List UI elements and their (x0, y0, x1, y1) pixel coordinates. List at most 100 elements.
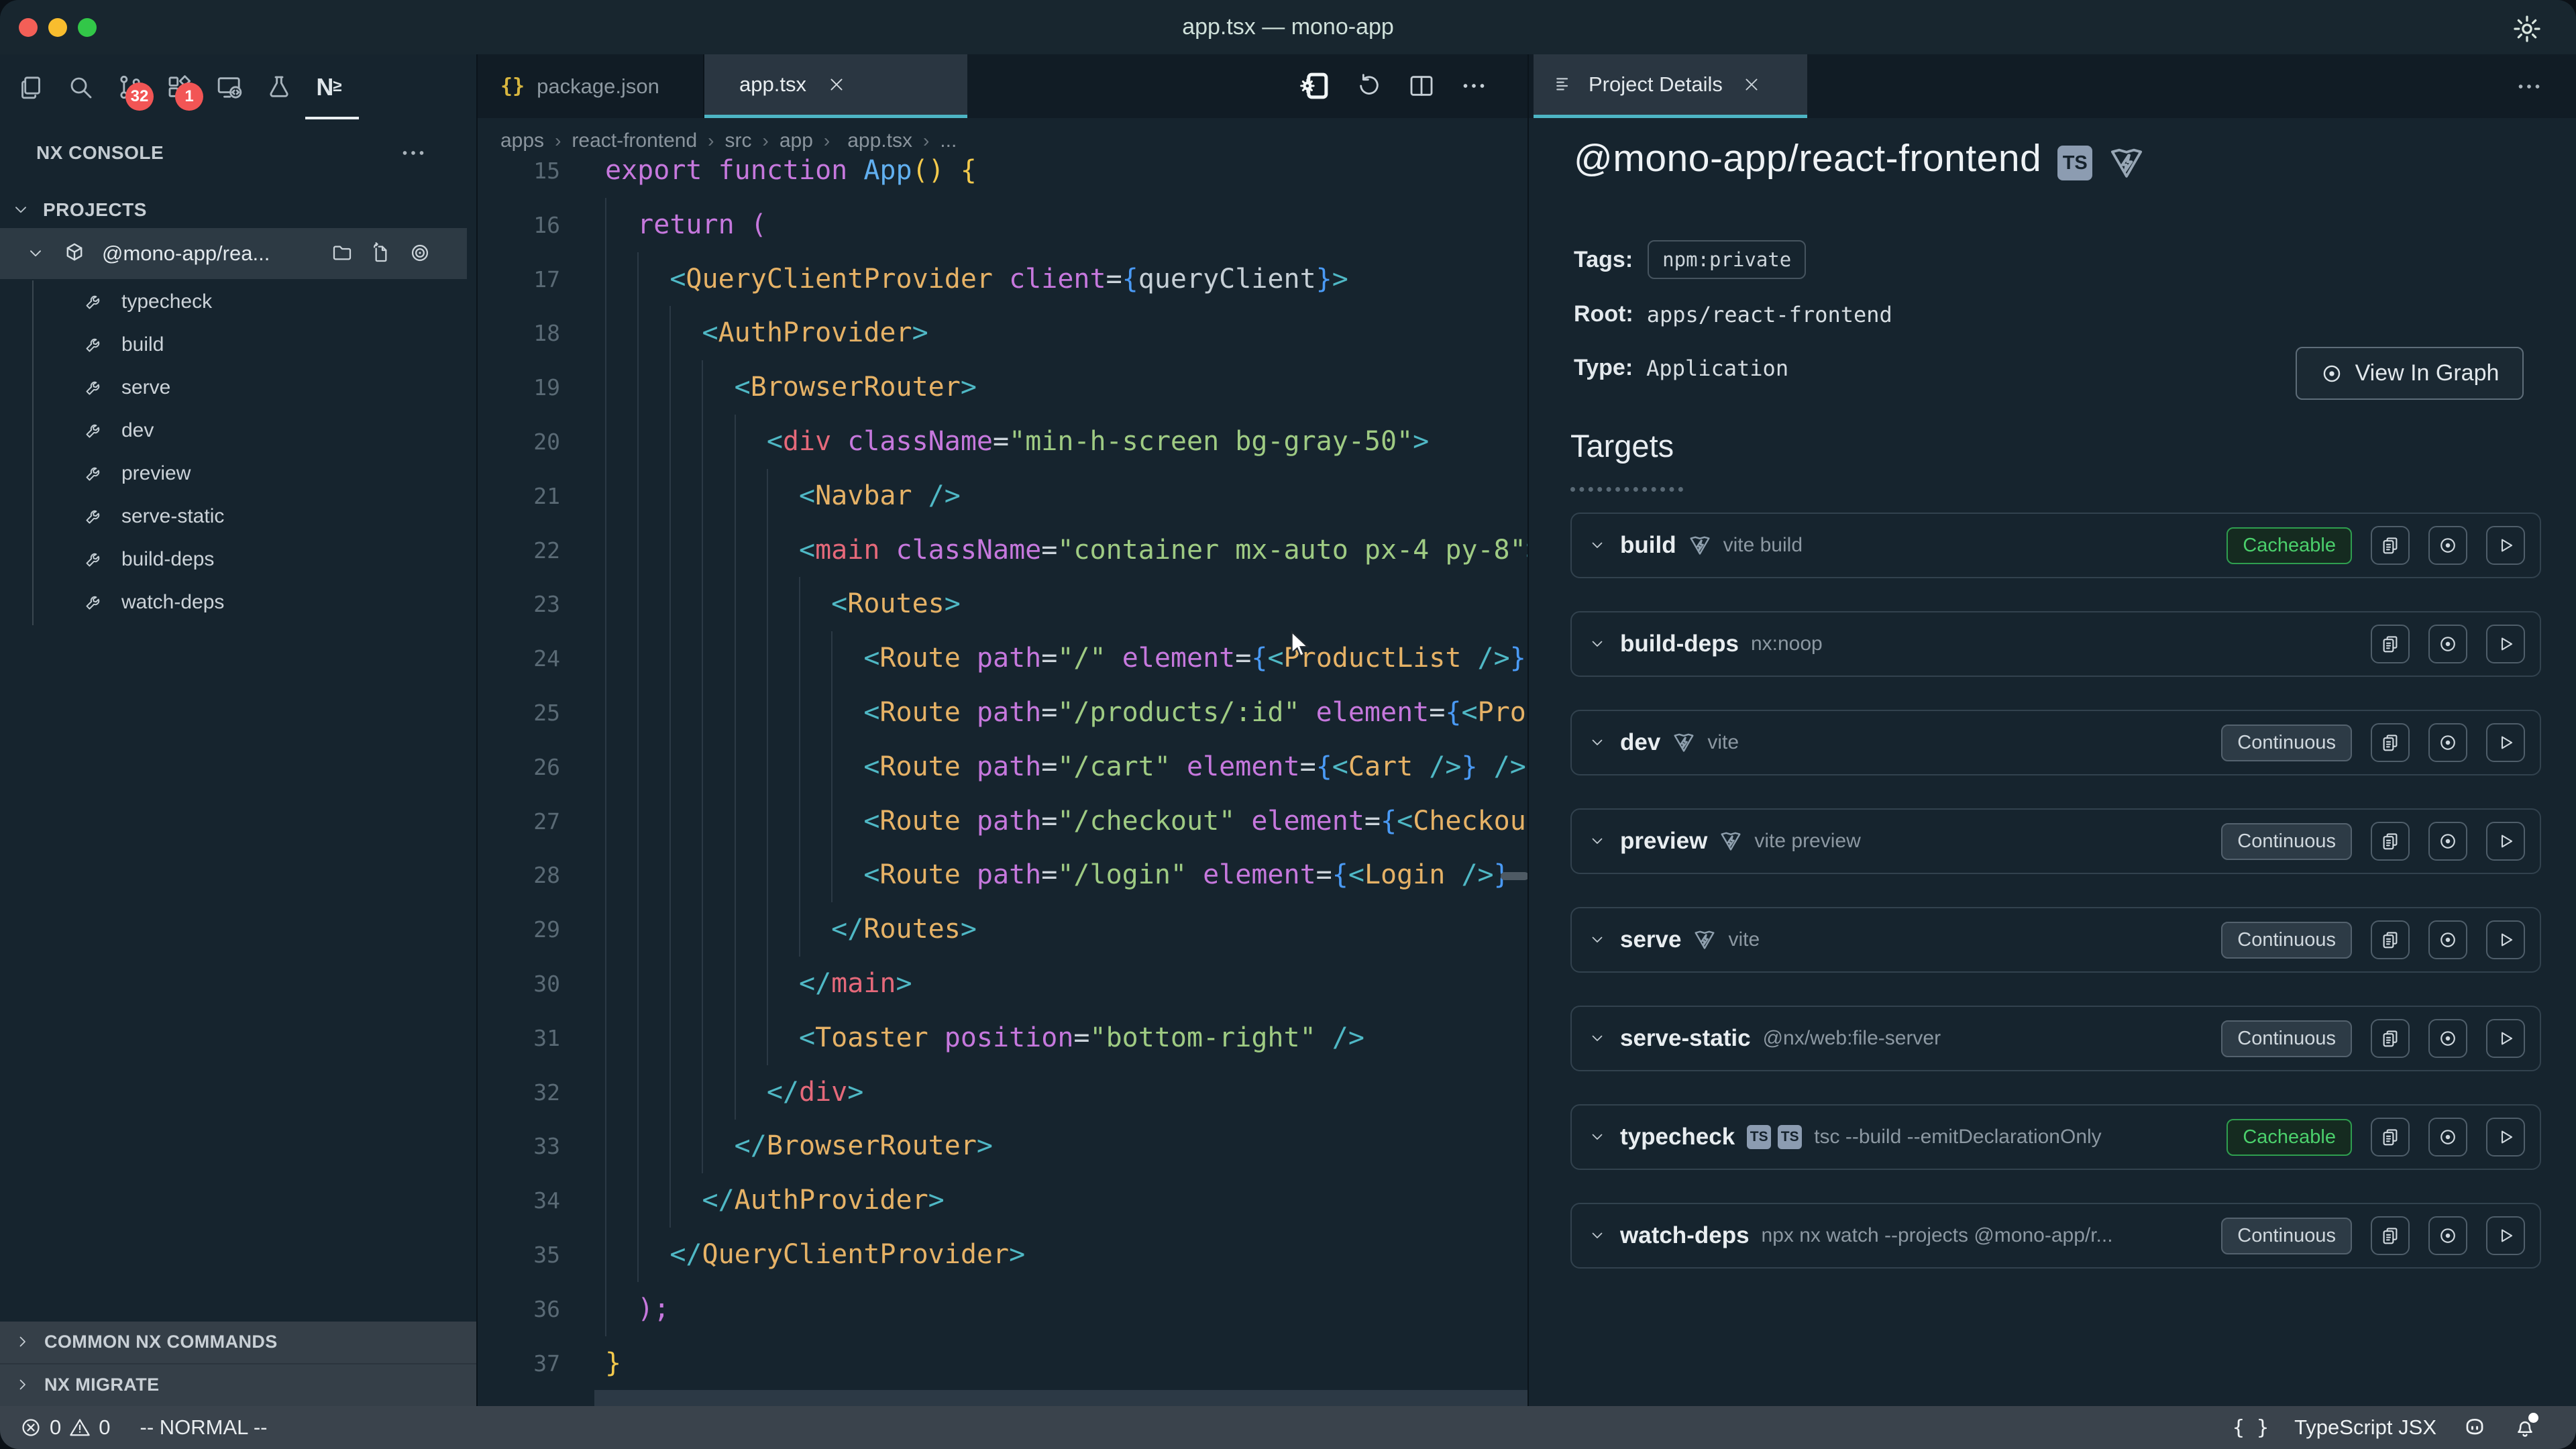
sidebar-target-preview[interactable]: preview (0, 452, 476, 495)
line-number: 26 (478, 740, 560, 794)
code-area[interactable]: 15export function App() {16 return (17 <… (478, 54, 1527, 1406)
clipcopy-icon (2380, 1226, 2400, 1246)
badge-count: 1 (175, 83, 203, 111)
run-task-button[interactable] (2486, 822, 2525, 861)
generate-file-icon[interactable] (370, 242, 392, 264)
target-command: npx nx watch --projects @mono-app/r... (1762, 1224, 2113, 1247)
target-actions: Continuous (2221, 1216, 2525, 1255)
copy-task-button[interactable] (2371, 1019, 2410, 1058)
target-icon[interactable] (409, 242, 431, 264)
run-task-button[interactable] (2486, 1019, 2525, 1058)
line-number: 37 (478, 1336, 560, 1391)
target-card-preview[interactable]: previewvite previewContinuous (1570, 808, 2541, 874)
copy-task-button[interactable] (2371, 1118, 2410, 1157)
indent-guide (702, 740, 703, 794)
target-card-watch-deps[interactable]: watch-deps npx nx watch --projects @mono-… (1570, 1203, 2541, 1269)
sidebar-target-serve[interactable]: serve (0, 366, 476, 409)
indent-guide (799, 740, 800, 794)
indent-guide (767, 631, 768, 686)
view-task-button[interactable] (2428, 1019, 2467, 1058)
target-card-build[interactable]: buildvite buildCacheable (1570, 513, 2541, 578)
sidebar-target-dev[interactable]: dev (0, 409, 476, 452)
code-text: </Routes> (605, 902, 977, 957)
vim-mode-indicator[interactable]: -- NORMAL -- (140, 1415, 268, 1440)
error-count: 0 (50, 1415, 61, 1440)
activity-item-nx-console[interactable]: N≥ (313, 66, 344, 108)
scrollbar-handle[interactable] (1501, 872, 1527, 880)
language-mode[interactable]: TypeScript JSX (2294, 1415, 2436, 1440)
sidebar-target-watch-deps[interactable]: watch-deps (0, 581, 476, 624)
settings-gear-icon[interactable] (2512, 13, 2542, 44)
copy-task-button[interactable] (2371, 822, 2410, 861)
copy-task-button[interactable] (2371, 625, 2410, 663)
indent-guide (637, 577, 639, 631)
sidebar-target-build-deps[interactable]: build-deps (0, 538, 476, 581)
indent-guide (735, 686, 736, 740)
code-text: <Toaster position="bottom-right" /> (605, 1011, 1364, 1065)
project-tree-item[interactable]: @mono-app/rea... (0, 228, 467, 279)
activity-item-extensions[interactable]: 1 (164, 66, 195, 108)
copy-task-button[interactable] (2371, 1216, 2410, 1255)
target-badge-continuous: Continuous (2221, 922, 2352, 959)
activity-item-explorer[interactable] (15, 66, 46, 108)
view-task-button[interactable] (2428, 822, 2467, 861)
target-card-build-deps[interactable]: build-depsnx:noop (1570, 611, 2541, 677)
code-text: <Route path="/" element={<ProductList />… (605, 631, 1527, 686)
run-task-button[interactable] (2486, 1216, 2525, 1255)
activity-item-remote-explorer[interactable] (214, 66, 245, 108)
run-task-button[interactable] (2486, 920, 2525, 959)
problems-indicator[interactable]: 0 0 (20, 1415, 111, 1440)
sidebar-target-serve-static[interactable]: serve-static (0, 495, 476, 538)
projects-section-header[interactable]: PROJECTS (0, 196, 476, 227)
code-line: 28 <Route path="/login" element={<Login … (478, 848, 1527, 902)
view-in-graph-button[interactable]: View In Graph (2296, 347, 2524, 400)
run-task-button[interactable] (2486, 723, 2525, 762)
close-tab-icon[interactable] (1743, 76, 1760, 93)
activity-item-testing[interactable] (264, 66, 294, 108)
code-line: 37} (478, 1336, 1527, 1391)
line-number: 32 (478, 1065, 560, 1120)
indent-guide (669, 1173, 671, 1228)
view-task-button[interactable] (2428, 920, 2467, 959)
target-command: @nx/web:file-server (1763, 1027, 1941, 1050)
code-line: 32 </div> (478, 1065, 1527, 1120)
sidebar-target-build[interactable]: build (0, 323, 476, 366)
indent-guide (767, 686, 768, 740)
activity-bar: 32 1 N≥ (15, 66, 344, 108)
tab-project-details[interactable]: Project Details (1534, 54, 1807, 118)
target-card-dev[interactable]: devviteContinuous (1570, 710, 2541, 775)
root-value: apps/react-frontend (1647, 302, 1892, 327)
wrench-icon (85, 549, 103, 568)
run-task-button[interactable] (2486, 1118, 2525, 1157)
panel-more-icon[interactable] (2516, 73, 2542, 100)
sidebar-more-icon[interactable] (400, 140, 427, 166)
copy-task-button[interactable] (2371, 723, 2410, 762)
target-card-serve-static[interactable]: serve-static@nx/web:file-serverContinuou… (1570, 1006, 2541, 1071)
target-card-typecheck[interactable]: typecheckTSTStsc --build --emitDeclarati… (1570, 1104, 2541, 1170)
view-task-button[interactable] (2428, 526, 2467, 565)
copilot-icon[interactable] (2462, 1415, 2487, 1440)
target-label: watch-deps (121, 591, 224, 614)
view-task-button[interactable] (2428, 625, 2467, 663)
activity-item-source-control[interactable]: 32 (115, 66, 146, 108)
copy-task-button[interactable] (2371, 920, 2410, 959)
target-card-serve[interactable]: serveviteContinuous (1570, 907, 2541, 973)
run-task-button[interactable] (2486, 526, 2525, 565)
activity-item-search[interactable] (65, 66, 96, 108)
panel-tab-bar: Project Details (1529, 54, 2576, 118)
target-name: watch-deps (1620, 1222, 1750, 1249)
vite-icon (1672, 731, 1695, 754)
code-line: 29 </Routes> (478, 902, 1527, 957)
folder-icon[interactable] (331, 242, 353, 264)
run-task-button[interactable] (2486, 625, 2525, 663)
notifications-bell-icon[interactable] (2513, 1415, 2537, 1440)
view-task-button[interactable] (2428, 1216, 2467, 1255)
common-nx-commands-section[interactable]: COMMON NX COMMANDS (0, 1322, 476, 1363)
view-task-button[interactable] (2428, 723, 2467, 762)
code-line: 22 <main className="container mx-auto px… (478, 523, 1527, 578)
copy-task-button[interactable] (2371, 526, 2410, 565)
nx-migrate-section[interactable]: NX MIGRATE (0, 1363, 476, 1406)
view-task-button[interactable] (2428, 1118, 2467, 1157)
indent-guide (605, 1173, 606, 1228)
sidebar-target-typecheck[interactable]: typecheck (0, 280, 476, 323)
